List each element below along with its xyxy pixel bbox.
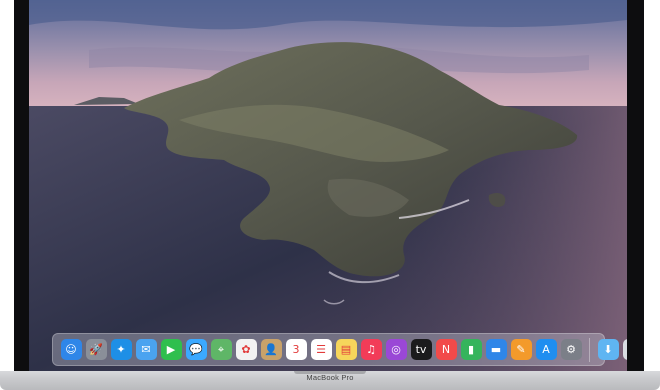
reminders-icon[interactable]: ☰	[310, 339, 332, 360]
device-label: MacBook Pro	[306, 373, 354, 382]
keynote-icon[interactable]: ▬	[485, 339, 507, 360]
notes-icon[interactable]: ▤	[335, 339, 357, 360]
app-store-icon[interactable]: A	[535, 339, 557, 360]
dock-separator	[589, 337, 590, 362]
desktop-screen: ☺🚀✦✉▶💬⌖✿👤3☰▤♫◎tvN▮▬✎A⚙ ⬇🗑	[29, 0, 627, 371]
music-icon[interactable]: ♫	[360, 339, 382, 360]
safari-icon[interactable]: ✦	[110, 339, 132, 360]
photos-icon[interactable]: ✿	[235, 339, 257, 360]
launchpad-icon[interactable]: 🚀	[85, 339, 107, 360]
news-icon[interactable]: N	[435, 339, 457, 360]
catalina-wallpaper	[29, 0, 627, 371]
podcasts-icon[interactable]: ◎	[385, 339, 407, 360]
tv-icon[interactable]: tv	[410, 339, 432, 360]
maps-icon[interactable]: ⌖	[210, 339, 232, 360]
system-preferences-icon[interactable]: ⚙	[560, 339, 582, 360]
numbers-icon[interactable]: ▮	[460, 339, 482, 360]
trash-icon[interactable]: 🗑	[622, 339, 627, 360]
contacts-icon[interactable]: 👤	[260, 339, 282, 360]
facetime-icon[interactable]: ▶	[160, 339, 182, 360]
dock: ☺🚀✦✉▶💬⌖✿👤3☰▤♫◎tvN▮▬✎A⚙ ⬇🗑	[52, 333, 627, 366]
pages-icon[interactable]: ✎	[510, 339, 532, 360]
downloads-folder-icon[interactable]: ⬇	[597, 339, 619, 360]
finder-icon[interactable]: ☺	[60, 339, 82, 360]
messages-icon[interactable]: 💬	[185, 339, 207, 360]
calendar-icon[interactable]: 3	[285, 339, 307, 360]
mail-icon[interactable]: ✉	[135, 339, 157, 360]
